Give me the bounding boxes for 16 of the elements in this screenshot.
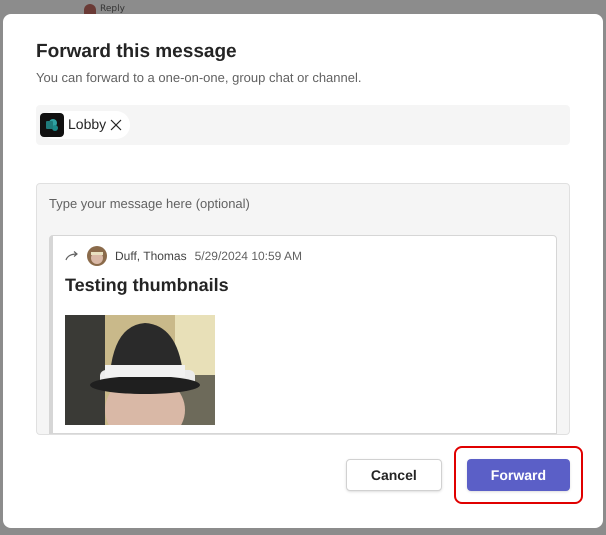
dialog-title: Forward this message xyxy=(36,40,238,64)
forward-button[interactable]: Forward xyxy=(466,458,570,490)
avatar-icon xyxy=(87,246,107,266)
message-input[interactable]: Type your message here (optional) xyxy=(49,196,557,210)
avatar-icon xyxy=(84,4,96,14)
close-icon[interactable] xyxy=(110,118,122,130)
recipient-field[interactable]: Lobby xyxy=(36,104,570,144)
chip-label: Lobby xyxy=(68,115,106,134)
message-text: Testing thumbnails xyxy=(65,274,230,297)
dialog-subtitle: You can forward to a one-on-one, group chat or channel. xyxy=(36,69,362,87)
cancel-button[interactable]: Cancel xyxy=(346,458,442,490)
recipient-chip[interactable]: Lobby xyxy=(40,110,130,138)
reply-label: Reply xyxy=(100,4,125,14)
author-name: Duff, Thomas xyxy=(115,248,187,264)
message-timestamp: 5/29/2024 10:59 AM xyxy=(194,248,302,264)
forward-arrow-icon xyxy=(65,250,79,260)
